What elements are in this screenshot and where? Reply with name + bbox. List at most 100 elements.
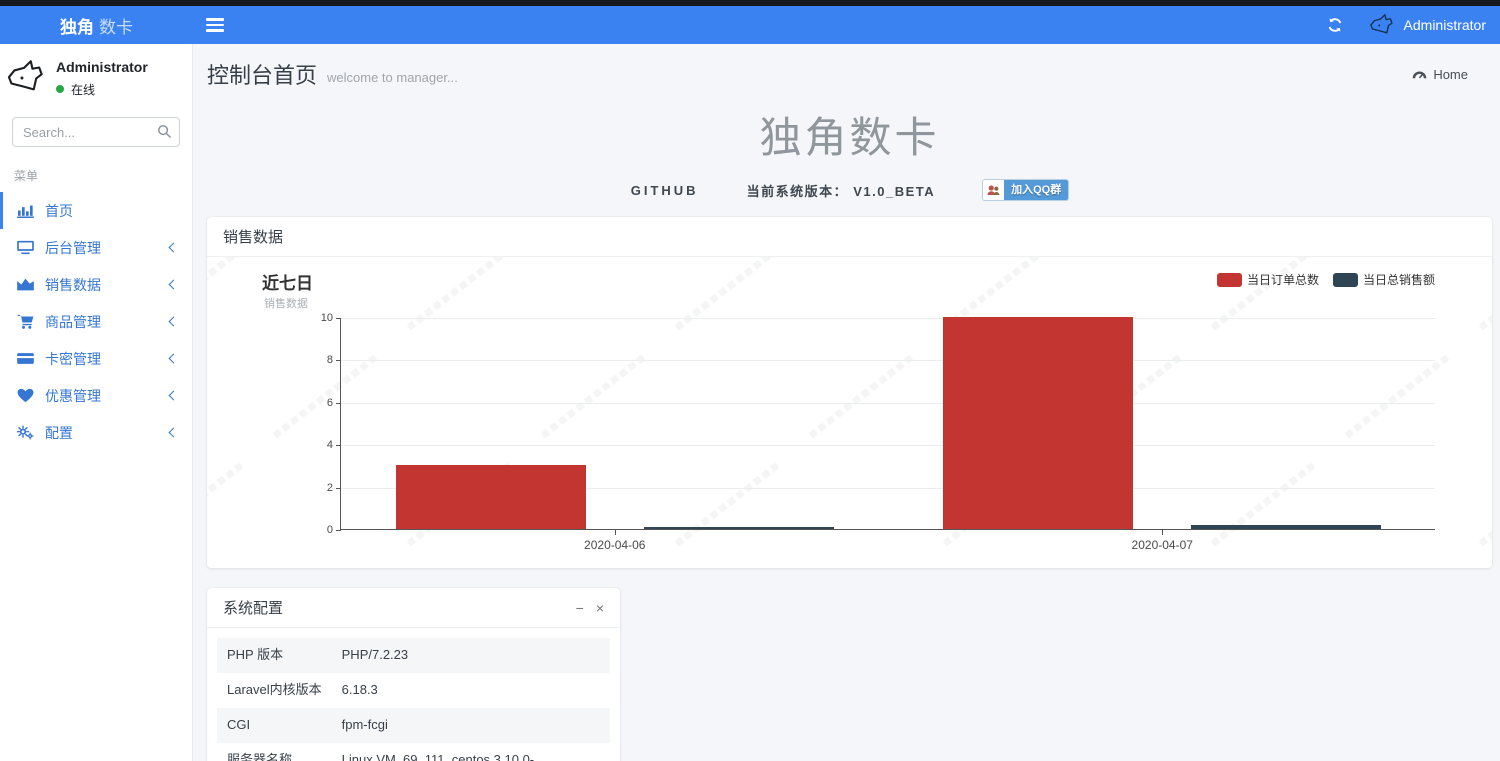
- close-icon[interactable]: ×: [596, 601, 604, 615]
- sidebar-user-name[interactable]: Administrator: [56, 59, 148, 75]
- tv-icon: [15, 240, 35, 255]
- y-axis-tick: [336, 445, 341, 447]
- bar-sales-2020-04-07[interactable]: [1191, 524, 1382, 529]
- config-label: PHP 版本: [227, 647, 284, 662]
- config-value: 6.18.3: [341, 681, 378, 697]
- y-axis-label: 8: [326, 354, 333, 367]
- sales-data-card: 销售数据 近七日 销售数据 当日订单总数 当日总销售额 0 2 4 6 8 10 2020-0…: [207, 217, 1492, 568]
- config-row: PHP 版本 PHP/7.2.23: [217, 638, 610, 673]
- chevron-left-icon: [168, 390, 179, 401]
- bar-orders-2020-04-06[interactable]: [395, 465, 586, 529]
- sidebar-item-label: 首页: [45, 202, 73, 219]
- sidebar-item-goods[interactable]: 商品管理: [0, 303, 192, 340]
- bar-sales-2020-04-06[interactable]: [643, 526, 834, 529]
- sidebar: Administrator 在线 菜单 首页后台管理销售数据商品管理卡密管理优惠…: [0, 44, 193, 761]
- y-axis-tick: [336, 402, 341, 404]
- github-link[interactable]: GITHUB: [631, 183, 699, 198]
- legend-item[interactable]: 当日订单总数: [1216, 271, 1319, 288]
- watermark-streak: [1478, 462, 1492, 547]
- chart-area-icon: [15, 277, 35, 292]
- sidebar-item-label: 商品管理: [45, 313, 101, 330]
- y-axis-tick: [336, 530, 341, 531]
- chart-gridline: [341, 318, 1435, 319]
- sidebar-item-coupons[interactable]: 优惠管理: [0, 377, 192, 414]
- chevron-left-icon: [168, 316, 179, 327]
- sidebar-user-panel: Administrator 在线: [0, 44, 192, 111]
- config-label: Laravel内核版本: [227, 681, 322, 697]
- unicorn-logo-icon: [6, 57, 48, 99]
- chart-bar-icon: [15, 203, 35, 218]
- config-label: CGI: [227, 716, 251, 732]
- chart-title: 近七日: [262, 274, 313, 293]
- chart-legend: 当日订单总数 当日总销售额: [1216, 271, 1435, 288]
- minimize-icon[interactable]: −: [576, 601, 584, 615]
- dashboard-gauge-icon: [1412, 68, 1427, 80]
- sidebar-search-input[interactable]: [12, 117, 180, 147]
- breadcrumb[interactable]: Home: [1412, 67, 1468, 82]
- brand-light-text: 数卡: [99, 17, 133, 37]
- brand-logo[interactable]: 独角 数卡: [0, 13, 193, 38]
- legend-label: 当日订单总数: [1246, 273, 1319, 287]
- legend-label: 当日总销售额: [1362, 273, 1435, 287]
- config-row: CGI fpm-fcgi: [217, 707, 610, 743]
- legend-swatch: [1332, 272, 1358, 287]
- chart-gridline: [341, 402, 1435, 404]
- watermark-streak: [207, 462, 244, 547]
- search-icon[interactable]: [157, 124, 172, 144]
- y-axis-tick: [336, 318, 341, 319]
- x-axis-label: 2020-04-06: [584, 538, 646, 552]
- sidebar-item-label: 销售数据: [45, 276, 101, 293]
- legend-item[interactable]: 当日总销售额: [1332, 271, 1435, 288]
- navbar-user-menu[interactable]: Administrator: [1369, 12, 1486, 39]
- system-config-card: 系统配置 − × PHP 版本 PHP/7.2.23 Laravel内核版本 6.18…: [207, 588, 620, 761]
- system-card-title: 系统配置: [223, 600, 284, 617]
- x-axis-tick: [1162, 530, 1164, 535]
- sidebar-item-label: 配置: [45, 424, 73, 441]
- chart-subtitle: 销售数据: [264, 298, 308, 310]
- online-status-dot: [56, 85, 64, 93]
- hero-title: 独角数卡: [759, 114, 940, 161]
- watermark-streak: [1478, 257, 1492, 331]
- page-subtitle: welcome to manager...: [327, 70, 458, 85]
- sidebar-item-label: 后台管理: [45, 239, 101, 256]
- chevron-left-icon: [168, 279, 179, 290]
- system-config-table: PHP 版本 PHP/7.2.23 Laravel内核版本 6.18.3 CGI fpm-…: [217, 638, 610, 761]
- config-label: 服务器名称: [227, 751, 293, 761]
- navbar-user-label: Administrator: [1403, 17, 1486, 33]
- config-value: PHP/7.2.23: [341, 647, 409, 662]
- bar-orders-2020-04-07[interactable]: [943, 317, 1134, 529]
- join-qq-group-button[interactable]: 加入QQ群: [983, 180, 1069, 200]
- y-axis-tick: [336, 360, 341, 362]
- sidebar-item-cards[interactable]: 卡密管理: [0, 340, 192, 377]
- chart-gridline: [341, 445, 1435, 447]
- page-title: 控制台首页: [207, 63, 318, 88]
- sidebar-item-label: 卡密管理: [45, 350, 101, 367]
- chart-gridline: [341, 360, 1435, 362]
- y-axis-label: 4: [326, 439, 333, 452]
- hamburger-menu-icon[interactable]: [206, 15, 224, 35]
- config-row: 服务器名称 Linux VM_69_111_centos 3.10.0-1062.…: [217, 743, 610, 761]
- chevron-left-icon: [168, 427, 179, 438]
- y-axis-tick: [336, 487, 341, 489]
- sidebar-item-home[interactable]: 首页: [0, 192, 192, 229]
- shopping-cart-icon: [15, 314, 35, 329]
- online-status-label: 在线: [71, 82, 96, 97]
- legend-swatch: [1216, 272, 1242, 287]
- sidebar-item-admin[interactable]: 后台管理: [0, 229, 192, 266]
- sidebar-item-config[interactable]: 配置: [0, 414, 192, 451]
- sidebar-nav: 首页后台管理销售数据商品管理卡密管理优惠管理配置: [0, 192, 192, 451]
- y-axis-label: 0: [326, 524, 333, 536]
- x-axis-label: 2020-04-07: [1131, 538, 1193, 552]
- refresh-icon[interactable]: [1327, 17, 1343, 33]
- sidebar-section-label: 菜单: [14, 169, 39, 183]
- watermark-streak: [207, 257, 244, 331]
- chevron-left-icon: [168, 353, 179, 364]
- brand-bold-text: 独角: [60, 17, 94, 37]
- system-version-text: 当前系统版本： V1.0_BETA: [746, 183, 936, 199]
- y-axis-label: 10: [320, 312, 333, 324]
- x-axis-tick: [614, 530, 616, 535]
- unicorn-icon: [1369, 12, 1396, 39]
- cogs-icon: [15, 425, 35, 440]
- sidebar-item-sales[interactable]: 销售数据: [0, 266, 192, 303]
- join-qq-label: 加入QQ群: [1004, 180, 1069, 200]
